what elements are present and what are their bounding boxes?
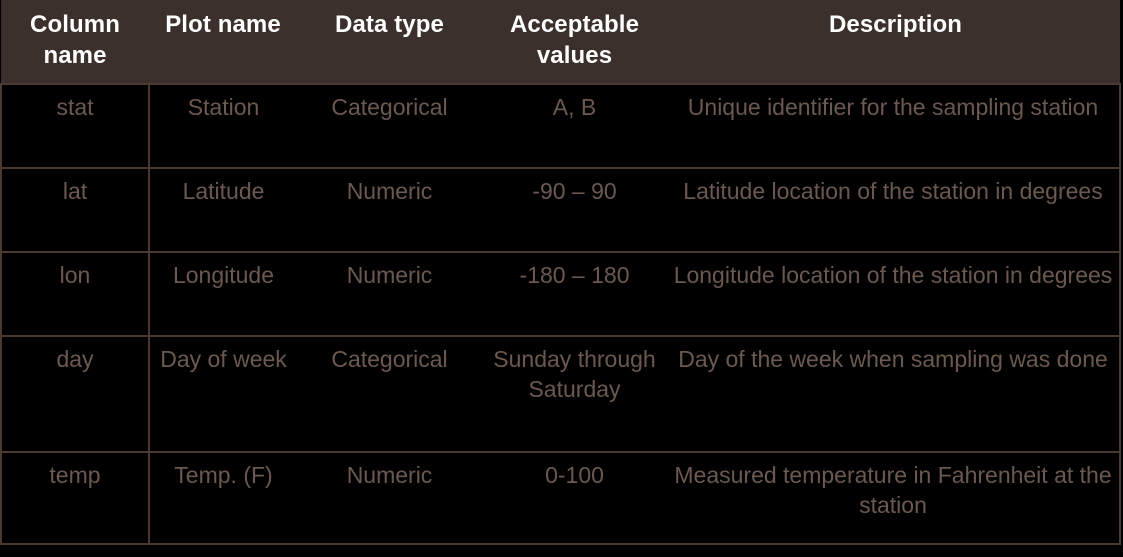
cell-description: Measured temperature in Fahrenheit at th…	[667, 451, 1121, 546]
cell-plot-name: Longitude	[149, 251, 297, 337]
table-row: stat Station Categorical A, B Unique ide…	[0, 83, 1121, 169]
cell-plot-name: Latitude	[149, 167, 297, 253]
cell-plot-name: Station	[149, 83, 297, 169]
cell-acceptable-values: Sunday through Saturday	[482, 335, 667, 453]
cell-data-type: Numeric	[297, 167, 482, 253]
table-header-row: Column name Plot name Data type Acceptab…	[1, 0, 1120, 85]
cell-column-name: day	[0, 335, 150, 453]
table-header: Column name Plot name Data type Acceptab…	[1, 0, 1120, 85]
table-body: stat Station Categorical A, B Unique ide…	[0, 83, 1121, 546]
column-header-acceptable-values: Acceptable values	[509, 11, 640, 69]
column-header-data-type: Data type	[335, 11, 444, 38]
cell-plot-name: Day of week	[149, 335, 297, 453]
cell-description: Longitude location of the station in deg…	[667, 251, 1121, 337]
column-header-plot-name: Plot name	[165, 11, 281, 38]
cell-data-type: Categorical	[297, 83, 482, 169]
cell-column-name: lat	[0, 167, 150, 253]
cell-acceptable-values: -90 – 90	[482, 167, 667, 253]
cell-column-name: stat	[0, 83, 150, 169]
cell-data-type: Numeric	[297, 451, 482, 546]
cell-acceptable-values: -180 – 180	[482, 251, 667, 337]
cell-description: Unique identifier for the sampling stati…	[667, 83, 1121, 169]
data-dictionary-table: Column name Plot name Data type Acceptab…	[0, 0, 1121, 546]
cell-data-type: Categorical	[297, 335, 482, 453]
column-header-description: Description	[828, 11, 963, 38]
cell-column-name: lon	[0, 251, 150, 337]
cell-column-name: temp	[0, 451, 150, 546]
table-row: lon Longitude Numeric -180 – 180 Longitu…	[0, 251, 1121, 337]
column-header-column-name: Column name	[30, 11, 120, 69]
cell-description: Day of the week when sampling was done	[667, 335, 1121, 453]
table-row: day Day of week Categorical Sunday throu…	[0, 335, 1121, 453]
table-row: temp Temp. (F) Numeric 0-100 Measured te…	[0, 451, 1121, 546]
cell-data-type: Numeric	[297, 251, 482, 337]
cell-description: Latitude location of the station in degr…	[667, 167, 1121, 253]
cell-acceptable-values: 0-100	[482, 451, 667, 546]
data-dictionary-page: Column name Plot name Data type Acceptab…	[0, 0, 1123, 557]
cell-acceptable-values: A, B	[482, 83, 667, 169]
table-row: lat Latitude Numeric -90 – 90 Latitude l…	[0, 167, 1121, 253]
cell-plot-name: Temp. (F)	[149, 451, 297, 546]
